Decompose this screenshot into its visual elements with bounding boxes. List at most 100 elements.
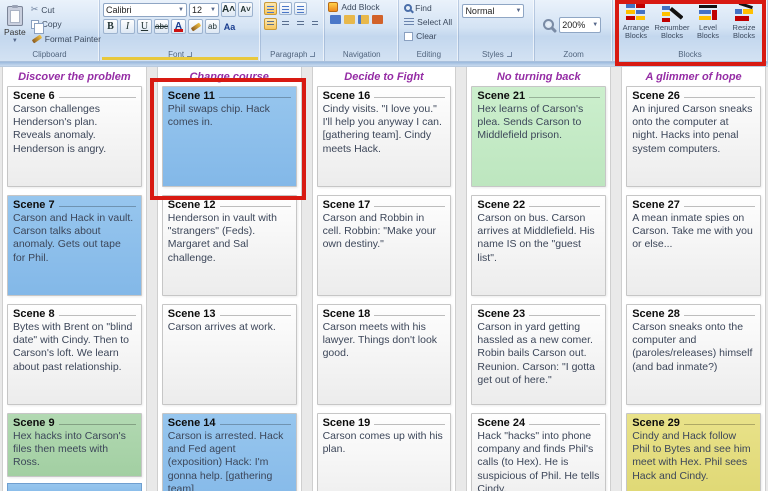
scene-card[interactable]: Scene 7 Carson and Hack in vault. Carson… — [7, 195, 142, 296]
renumber-blocks-button[interactable]: Renumber Blocks — [654, 2, 690, 47]
title-rule — [374, 205, 446, 207]
italic-button[interactable]: I — [120, 19, 135, 34]
scene-card[interactable]: Scene 22 Carson on bus. Carson arrives a… — [471, 195, 607, 296]
scene-card[interactable]: Scene 26 An injured Carson sneaks onto t… — [626, 86, 761, 187]
find-button[interactable]: Find — [402, 2, 455, 14]
nav-next-block-icon[interactable] — [358, 15, 370, 24]
scene-card[interactable]: Scene 21 Hex learns of Carson's plea. Se… — [471, 86, 607, 187]
align-left-button[interactable] — [264, 18, 278, 30]
clear-button[interactable]: Clear — [402, 30, 455, 42]
select-all-button[interactable]: Select All — [402, 16, 455, 28]
magnifier-icon[interactable] — [543, 19, 555, 30]
font-family-select[interactable]: Calibri ▼ — [103, 2, 187, 17]
level-blocks-icon — [699, 5, 717, 20]
scene-card[interactable]: Scene 17 Carson and Robbin in cell. Robb… — [316, 195, 452, 296]
scene-card[interactable]: Scene 29 Cindy and Hack follow Phil to B… — [626, 413, 761, 491]
scene-text: Carson comes up with his plan. — [322, 430, 443, 456]
bullets-button[interactable] — [264, 2, 278, 15]
scene-number: Scene 11 — [167, 90, 215, 102]
resize-blocks-button[interactable]: Resize Blocks — [727, 2, 761, 47]
paste-label: Paste — [4, 26, 26, 37]
change-case-button[interactable]: Aa — [222, 19, 237, 34]
dialog-launcher-icon[interactable] — [310, 52, 316, 58]
scene-card[interactable]: Scene 23 Carson in yard getting hassled … — [471, 304, 607, 405]
scene-card[interactable]: Scene 13 Carson arrives at work. — [161, 304, 297, 405]
zoom-group-label: Zoom — [563, 50, 584, 59]
scene-number: Scene 19 — [322, 417, 371, 429]
font-size-value: 12 — [192, 4, 203, 15]
bold-button[interactable]: B — [103, 19, 118, 34]
scene-card[interactable]: Scene 19 Carson comes up with his plan. — [316, 413, 452, 491]
scene-text: Carson challenges Henderson's plan. Reve… — [13, 103, 107, 155]
add-block-icon — [328, 2, 339, 12]
shrink-font-button[interactable]: A˅ — [238, 2, 254, 17]
indent-button[interactable] — [294, 2, 308, 15]
scene-card[interactable]: Scene 9 Hex hacks into Carson's files th… — [7, 413, 142, 477]
align-right-button[interactable] — [294, 18, 307, 30]
format-painter-label: Format Painter — [44, 33, 101, 44]
font-size-select[interactable]: 12 ▼ — [189, 2, 219, 17]
font-color-button[interactable]: A — [171, 19, 186, 34]
nav-last-block-icon[interactable] — [372, 15, 384, 24]
cut-button[interactable]: ✂ Cut — [29, 3, 103, 16]
scene-card[interactable]: Scene 28 Carson sneaks onto the computer… — [626, 304, 761, 405]
scene-text: Bytes with Brent on "blind date" with Ci… — [13, 321, 133, 373]
copy-label: Copy — [41, 19, 62, 29]
nav-first-block-icon[interactable] — [330, 15, 342, 24]
scene-card[interactable]: Scene 14 Carson is arrested. Hack and Fe… — [161, 413, 297, 491]
partial-card-edge[interactable] — [7, 483, 142, 491]
paste-button[interactable]: Paste ▼ — [3, 2, 27, 47]
scene-number: Scene 24 — [477, 417, 526, 429]
paragraph-group-label: Paragraph — [261, 49, 324, 61]
add-block-button[interactable]: Add Block — [328, 2, 395, 12]
style-select[interactable]: Normal ▼ — [462, 4, 525, 18]
scene-card[interactable]: Scene 16 Cindy visits. "I love you." I'l… — [316, 86, 452, 187]
scene-card[interactable]: Scene 27 A mean inmate spies on Carson. … — [626, 195, 761, 296]
select-all-icon — [404, 17, 415, 27]
title-rule — [683, 423, 755, 425]
title-rule — [683, 96, 755, 98]
arrange-blocks-button[interactable]: Arrange Blocks — [619, 2, 653, 47]
checkbox-icon — [404, 31, 414, 41]
zoom-level-select[interactable]: 200% ▼ — [559, 16, 602, 33]
scene-card[interactable]: Scene 6 Carson challenges Henderson's pl… — [7, 86, 142, 187]
resize-blocks-icon — [735, 3, 753, 21]
column-title: Discover the problem — [18, 71, 131, 83]
align-center-button[interactable] — [279, 18, 292, 30]
dialog-launcher-icon[interactable] — [506, 52, 512, 58]
scene-card[interactable]: Scene 24 Hack "hacks" into phone company… — [471, 413, 607, 491]
justify-button[interactable] — [309, 18, 322, 30]
column-title: No turning back — [496, 71, 581, 83]
style-value: Normal — [465, 6, 495, 16]
nav-prev-block-icon[interactable] — [344, 15, 356, 24]
arrange-blocks-label: Arrange Blocks — [622, 23, 650, 41]
ribbon-group-blocks: Arrange Blocks Renumber Blocks Level Blo… — [613, 0, 768, 66]
scene-card[interactable]: Scene 18 Carson meets with his lawyer. T… — [316, 304, 452, 405]
column-title: Decide to Fight — [344, 71, 424, 83]
level-blocks-button[interactable]: Level Blocks — [691, 2, 725, 47]
scene-card[interactable]: Scene 12 Henderson in vault with "strang… — [161, 195, 297, 296]
copy-button[interactable]: Copy — [29, 18, 103, 34]
scene-card[interactable]: Scene 8 Bytes with Brent on "blind date"… — [7, 304, 142, 405]
scene-number: Scene 9 — [13, 417, 55, 429]
scene-text: An injured Carson sneaks onto the comput… — [632, 103, 753, 155]
highlight-button[interactable]: ab — [205, 19, 220, 34]
storyboard-app-window: Paste ▼ ✂ Cut Copy Format Painter Clipbo… — [0, 0, 768, 492]
title-rule — [529, 314, 601, 316]
scene-text: Carson sneaks onto the computer and (par… — [632, 321, 753, 373]
title-rule — [58, 314, 136, 316]
grow-font-button[interactable]: A˄ — [221, 2, 237, 17]
underline-button[interactable]: U — [137, 19, 152, 34]
scene-number: Scene 7 — [13, 199, 55, 211]
column-decide-to-fight: Decide to Fight Scene 16 Cindy visits. "… — [311, 67, 457, 491]
shading-button[interactable] — [188, 19, 203, 34]
scene-card-highlighted[interactable]: Scene 11 Phil swaps chip. Hack comes in. — [161, 86, 297, 187]
scene-text: Hex hacks into Carson's files then meets… — [13, 430, 126, 469]
strikethrough-button[interactable]: abc — [154, 19, 169, 34]
copy-icon — [30, 19, 44, 34]
renumber-blocks-label: Renumber Blocks — [654, 23, 690, 41]
numbering-button[interactable] — [279, 2, 293, 15]
format-painter-button[interactable]: Format Painter — [29, 32, 103, 45]
find-label: Find — [415, 3, 432, 13]
column-no-turning-back: No turning back Scene 21 Hex learns of C… — [466, 67, 612, 491]
